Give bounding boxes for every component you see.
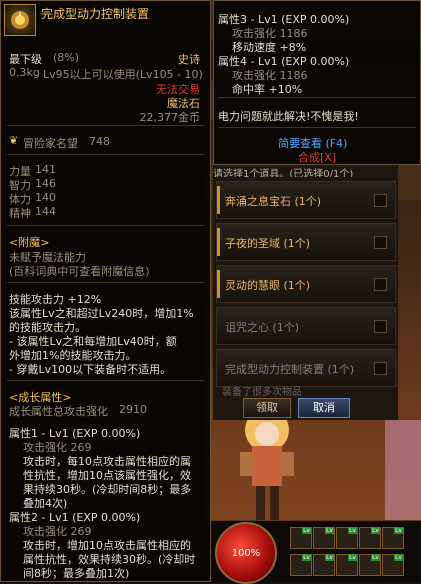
list-item[interactable]: 灵动的慧眼 (1个) (216, 265, 396, 303)
list-item-label: 奔涌之息宝石 (1个) (225, 195, 322, 208)
cancel-button[interactable]: 取消 (298, 398, 350, 418)
list-item[interactable]: 奔涌之息宝石 (1个) (216, 181, 396, 219)
skill-slot[interactable]: Lv (336, 527, 358, 549)
checkbox[interactable] (374, 362, 387, 375)
checkbox[interactable] (374, 236, 387, 249)
fame-value: 748 (89, 135, 110, 148)
skill-slot[interactable]: Lv (313, 554, 335, 576)
item-tooltip-continued: 属性3 - Lv1 (EXP 0.00%) 攻击强化 1186 移动速度 +8%… (213, 0, 421, 165)
rarity-label: 史诗 (178, 53, 200, 66)
checkbox[interactable] (374, 320, 387, 333)
selection-hint: 请选择1个道具。(已选择0/1个) (213, 169, 354, 177)
skill-slot[interactable]: Lv (359, 527, 381, 549)
skill-slot[interactable]: Lv (382, 527, 404, 549)
checkbox[interactable] (374, 278, 387, 291)
flavor-text: 电力问题就此解决!不愧是我! (218, 110, 359, 123)
list-item-label: 完成型动力控制装置 (1个) (225, 363, 355, 376)
hp-orb: 100% (215, 522, 277, 584)
item-weight: 0.3kg (9, 66, 40, 79)
list-item-label: 灵动的慧眼 (1个) (225, 279, 311, 292)
skill-slot[interactable]: Lv (359, 554, 381, 576)
fame-label: 冒险家名望 (23, 137, 78, 150)
stat-label: 精神 (9, 207, 31, 220)
list-item[interactable]: 诅咒之心 (1个) (216, 307, 396, 345)
skill-slot[interactable]: Lv (313, 527, 335, 549)
background-text: 装备了很多次物品 (222, 387, 302, 398)
enchant-hint: (百科词典中可查看附魔信息) (9, 265, 150, 278)
level-requirement: Lv95以上可以使用(Lv105 - 10) (43, 68, 203, 81)
enchant-title: <附魔> (9, 236, 50, 249)
item-price: 22,377金币 (139, 111, 201, 124)
skill-slot[interactable]: Lv (290, 527, 312, 549)
checkbox[interactable] (374, 194, 387, 207)
synthesize-hint[interactable]: 合成[X] (298, 149, 336, 165)
list-item[interactable]: 子夜的圣域 (1个) (216, 223, 396, 261)
stat-value: 141 (35, 163, 56, 176)
attr4-hit-rate: 命中率 +10% (232, 83, 303, 96)
skill-slot[interactable]: Lv (382, 554, 404, 576)
stat-value: 144 (35, 205, 56, 218)
stat-value: 140 (35, 191, 56, 204)
item-icon (4, 4, 36, 36)
skill-desc-line: - 穿戴Lv100以下装备时不适用。 (9, 363, 172, 376)
skill-slot[interactable]: Lv (290, 554, 312, 576)
item-tooltip: 完成型动力控制装置 最下级 (8%) 史诗 0.3kg Lv95以上可以使用(L… (0, 0, 211, 582)
attr2-desc: 间8秒；最多叠加1次) (23, 567, 130, 580)
skill-slot[interactable]: Lv (336, 554, 358, 576)
growth-value: 2910 (119, 403, 147, 416)
receive-button[interactable]: 领取 (243, 398, 291, 418)
list-item-label: 子夜的圣域 (1个) (225, 237, 311, 250)
growth-subtitle: 成长属性总攻击强化 (9, 405, 108, 418)
stat-value: 146 (35, 177, 56, 190)
list-item[interactable]: 完成型动力控制装置 (1个) (216, 349, 396, 387)
list-item-label: 诅咒之心 (1个) (225, 321, 300, 334)
grade-label: 最下级 (9, 53, 42, 66)
item-name: 完成型动力控制装置 (41, 7, 150, 21)
fame-icon: ❦ (9, 134, 19, 147)
grade-percent: (8%) (53, 51, 80, 64)
